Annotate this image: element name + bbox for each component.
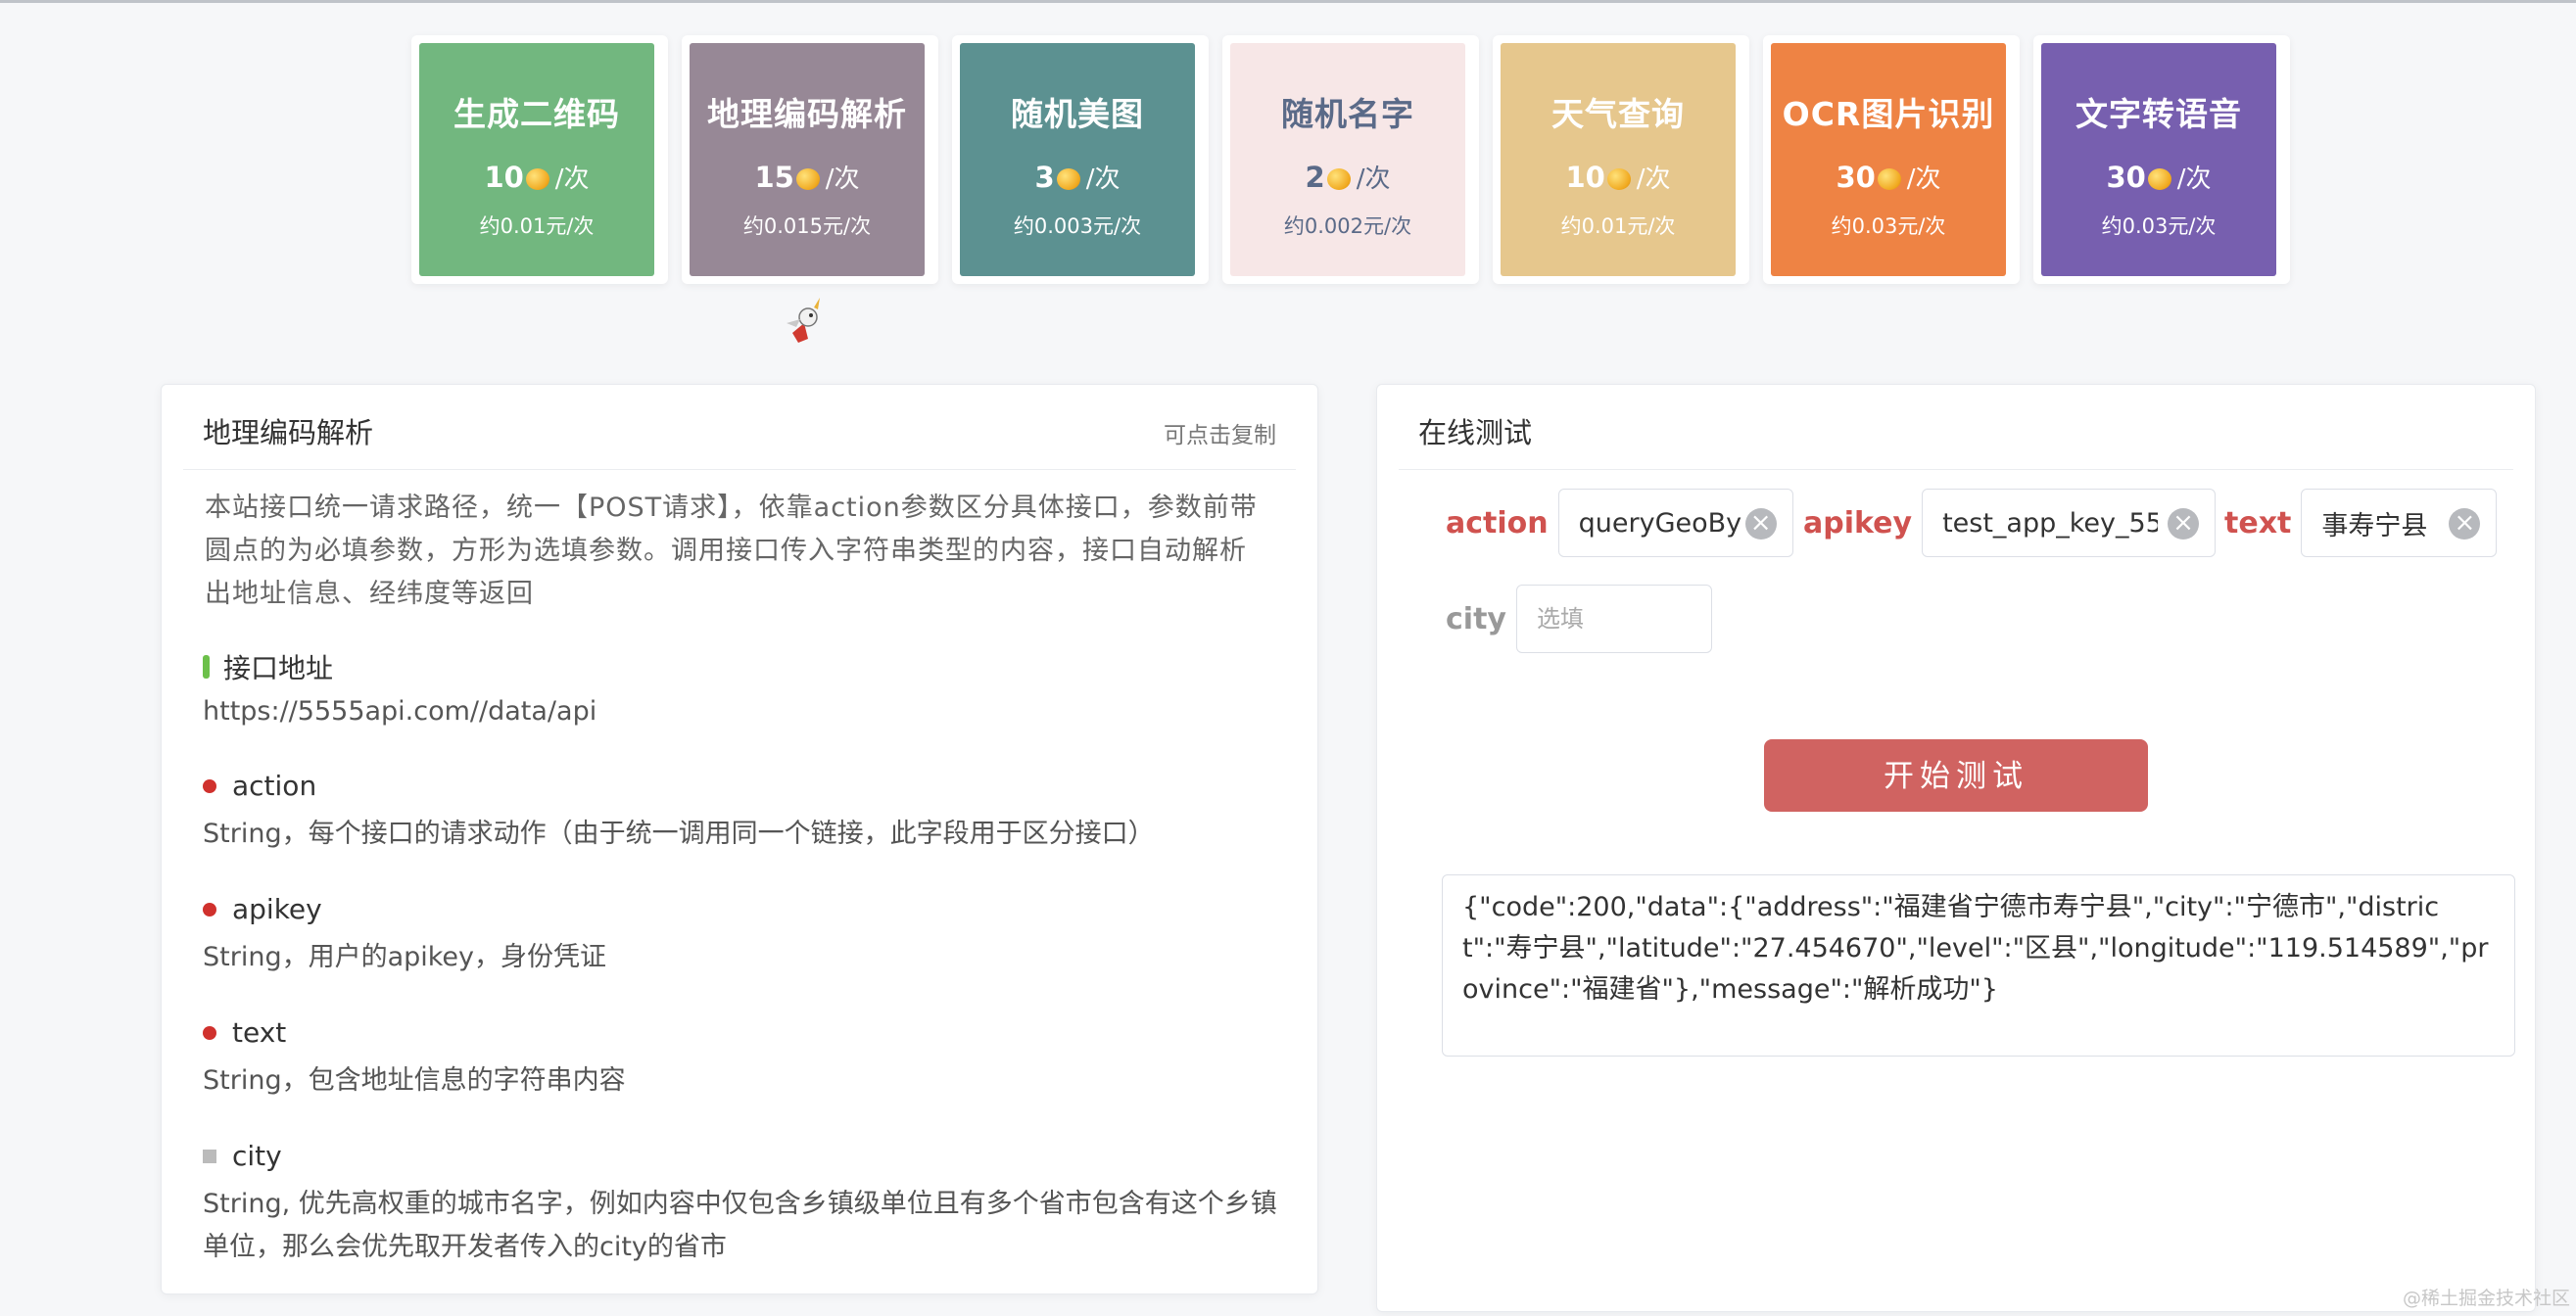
required-dot-icon	[203, 1025, 216, 1040]
clear-icon[interactable]: ×	[2449, 508, 2481, 540]
watermark: @稀土掘金技术社区	[2402, 1288, 2570, 1309]
panel-title: 地理编码解析	[203, 416, 374, 449]
card-price: 15/次	[754, 161, 860, 194]
service-card-random-image[interactable]: 随机美图 3/次 约0.003元/次	[960, 43, 1195, 276]
card-price: 10/次	[484, 161, 590, 194]
endpoint-url[interactable]: https://5555api.com//data/api	[203, 690, 1280, 733]
card-yuan-price: 约0.03元/次	[2101, 214, 2217, 238]
coin-icon	[1326, 168, 1351, 190]
card-yuan-price: 约0.015元/次	[742, 214, 872, 238]
apikey-input[interactable]: test_app_key_55 ×	[1922, 489, 2217, 557]
clear-icon[interactable]: ×	[2168, 508, 2200, 540]
optional-square-icon	[203, 1149, 216, 1163]
service-card-geocode[interactable]: 地理编码解析 15/次 约0.015元/次	[690, 43, 925, 276]
required-dot-icon	[203, 902, 216, 916]
param-desc-city: String, 优先高权重的城市名字，例如内容中仅包含乡镇级单位且有多个省市包含…	[203, 1189, 1277, 1262]
api-doc-panel: 地理编码解析 可点击复制 本站接口统一请求路径，统一【POST请求】，依靠act…	[161, 384, 1318, 1294]
card-slot: 天气查询 10/次 约0.01元/次	[1493, 35, 1749, 284]
card-price: 2/次	[1305, 161, 1391, 194]
param-desc-text: String，包含地址信息的字符串内容	[203, 1065, 626, 1096]
card-title: 随机名字	[1281, 95, 1414, 133]
card-price: 30/次	[1836, 161, 1941, 194]
action-field: action queryGeoBy ×	[1446, 489, 1793, 557]
card-price: 10/次	[1565, 161, 1671, 194]
copy-link[interactable]: 可点击复制	[1164, 416, 1276, 449]
result-output[interactable]: {"code":200,"data":{"address":"福建省宁德市寿宁县…	[1442, 874, 2515, 1057]
top-border	[0, 0, 2576, 3]
required-dot-icon	[203, 778, 216, 793]
city-field: city	[1446, 585, 1712, 653]
apikey-field: apikey test_app_key_55 ×	[1803, 489, 2217, 557]
card-yuan-price: 约0.03元/次	[1831, 214, 1946, 238]
card-title: 天气查询	[1551, 95, 1685, 133]
card-title: 文字转语音	[2075, 95, 2242, 133]
city-input[interactable]	[1516, 604, 1686, 634]
param-heading-action: action	[203, 770, 316, 802]
service-card-ocr[interactable]: OCR图片识别 30/次 约0.03元/次	[1771, 43, 2006, 276]
card-slot: OCR图片识别 30/次 约0.03元/次	[1763, 35, 2020, 284]
green-bar-icon	[203, 655, 210, 679]
mascot-icon	[787, 298, 820, 343]
service-card-weather[interactable]: 天气查询 10/次 约0.01元/次	[1501, 43, 1736, 276]
param-heading-city: city	[203, 1140, 282, 1172]
card-slot: 文字转语音 30/次 约0.03元/次	[2033, 35, 2290, 284]
api-intro: 本站接口统一请求路径，统一【POST请求】，依靠action参数区分具体接口，参…	[205, 493, 1258, 609]
service-card-qrcode[interactable]: 生成二维码 10/次 约0.01元/次	[419, 43, 654, 276]
field-label: action	[1446, 505, 1549, 540]
service-card-random-name[interactable]: 随机名字 2/次 约0.002元/次	[1230, 43, 1465, 276]
card-yuan-price: 约0.01元/次	[1560, 214, 1676, 238]
coin-icon	[1606, 168, 1631, 190]
field-label: city	[1446, 601, 1506, 636]
card-yuan-price: 约0.003元/次	[1013, 214, 1142, 238]
start-test-button[interactable]: 开始测试	[1764, 739, 2148, 812]
coin-icon	[2147, 168, 2171, 190]
online-test-panel: 在线测试 action queryGeoBy × apikey test_app…	[1376, 384, 2536, 1312]
card-title: 随机美图	[1011, 95, 1144, 133]
service-cards: 生成二维码 10/次 约0.01元/次 地理编码解析 15/次 约0.015元/…	[411, 35, 2292, 284]
divider	[183, 469, 1296, 470]
param-heading-apikey: apikey	[203, 893, 322, 925]
card-price: 30/次	[2106, 161, 2212, 194]
city-input-box	[1515, 585, 1712, 653]
clear-icon[interactable]: ×	[1744, 508, 1777, 540]
card-price: 3/次	[1034, 161, 1121, 194]
param-desc-apikey: String，用户的apikey，身份凭证	[203, 942, 607, 972]
card-slot: 随机名字 2/次 约0.002元/次	[1222, 35, 1479, 284]
action-input[interactable]: queryGeoBy ×	[1557, 489, 1793, 557]
card-title: 生成二维码	[453, 95, 620, 133]
coin-icon	[1056, 168, 1080, 190]
card-slot: 生成二维码 10/次 约0.01元/次	[411, 35, 668, 284]
card-yuan-price: 约0.002元/次	[1283, 214, 1412, 238]
coin-icon	[1877, 168, 1901, 190]
card-slot: 地理编码解析 15/次 约0.015元/次	[682, 35, 938, 284]
card-slot: 随机美图 3/次 约0.003元/次	[952, 35, 1209, 284]
field-label: text	[2224, 505, 2292, 540]
card-title: OCR图片识别	[1782, 95, 1995, 133]
param-heading-text: text	[203, 1016, 286, 1049]
param-desc-action: String，每个接口的请求动作（由于统一调用同一个链接，此字段用于区分接口）	[203, 819, 1155, 849]
coin-icon	[795, 168, 820, 190]
coin-icon	[525, 168, 549, 190]
card-yuan-price: 约0.01元/次	[479, 214, 595, 238]
panel-title: 在线测试	[1418, 416, 1533, 449]
text-field: text 事寿宁县 ×	[2224, 489, 2498, 557]
service-card-tts[interactable]: 文字转语音 30/次 约0.03元/次	[2041, 43, 2276, 276]
card-title: 地理编码解析	[707, 95, 907, 133]
endpoint-heading: 接口地址	[203, 647, 333, 686]
text-input[interactable]: 事寿宁县 ×	[2301, 489, 2498, 557]
divider	[1399, 469, 2513, 470]
field-label: apikey	[1803, 505, 1913, 540]
